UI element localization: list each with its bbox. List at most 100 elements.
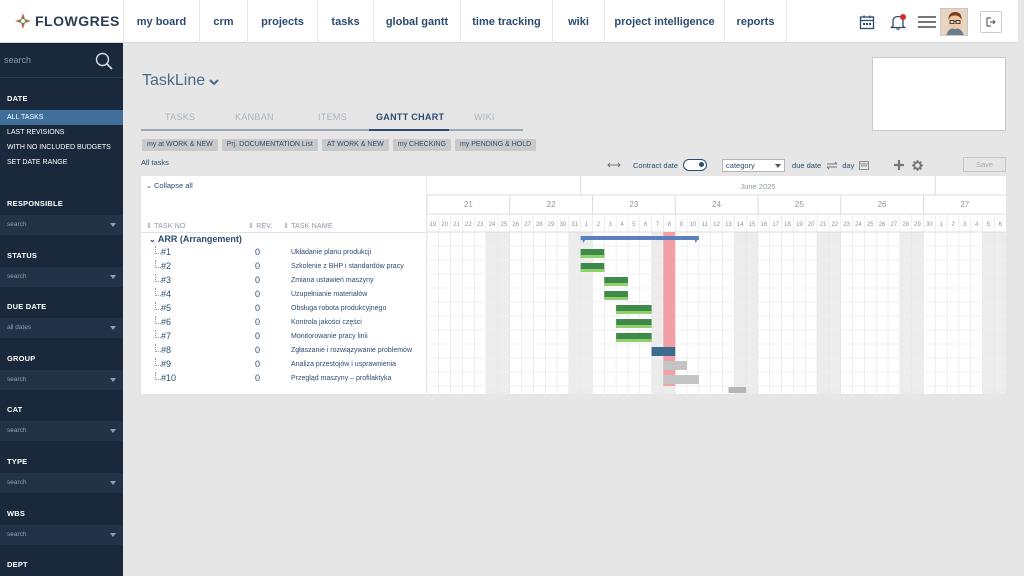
nav-item-wiki[interactable]: wiki <box>552 0 604 43</box>
gear-icon[interactable] <box>912 159 924 171</box>
column-header-rev[interactable]: ⇕ REV. <box>248 222 273 230</box>
day-label: 3 <box>609 222 613 228</box>
task-number[interactable]: #1 <box>161 247 171 257</box>
task-number[interactable]: #8 <box>161 345 171 355</box>
task-number[interactable]: #3 <box>161 275 171 285</box>
task-name[interactable]: Przegląd maszyny – profilaktyka <box>291 375 391 382</box>
tab-gantt-chart[interactable]: GANTT CHART <box>376 112 444 122</box>
date-filter-item[interactable]: WITH NO INCLUDED BUDGETS <box>0 140 123 155</box>
resize-arrows-icon[interactable] <box>607 161 621 169</box>
task-grid: ⌄ Collapse all ⇕ TASK NO ⇕ REV. ⇕ TASK N… <box>141 176 426 394</box>
contract-date-toggle[interactable] <box>683 159 708 171</box>
contract-date-label: Contract date <box>633 160 679 170</box>
nav-item-global-gantt[interactable]: global gantt <box>373 0 460 43</box>
table-row[interactable]: #9 0 Analiza przestojów i usprawnienia <box>141 358 426 372</box>
tab-items[interactable]: ITEMS <box>318 112 347 122</box>
table-row[interactable]: #5 0 Obsługa robota produkcyjnego <box>141 302 426 316</box>
nav-item-time-tracking[interactable]: time tracking <box>460 0 552 43</box>
calendar-icon[interactable] <box>852 14 882 30</box>
column-header-task-name[interactable]: ⇕ TASK NAME <box>283 222 333 230</box>
group-row[interactable]: ⌄ ARR (Arrangement) <box>149 234 242 244</box>
quick-filter-button[interactable]: my at WORK & NEW <box>142 139 218 151</box>
nav-item-project-intelligence[interactable]: project intelligence <box>604 0 724 43</box>
task-name[interactable]: Obsługa robota produkcyjnego <box>291 305 386 312</box>
task-name[interactable]: Analiza przestojów i usprawnienia <box>291 361 396 368</box>
avatar[interactable] <box>940 7 968 36</box>
task-name[interactable]: Uzupełnianie materiałów <box>291 291 367 298</box>
filter-select[interactable]: search <box>0 473 123 493</box>
filter-select[interactable]: search <box>0 525 123 545</box>
task-number[interactable]: #7 <box>161 331 171 341</box>
table-row[interactable]: #10 0 Przegląd maszyny – profilaktyka <box>141 372 426 386</box>
task-number[interactable]: #4 <box>161 289 171 299</box>
task-name[interactable]: Kontrola jakości części <box>291 319 362 326</box>
column-header-task-no[interactable]: ⇕ TASK NO <box>146 222 186 230</box>
task-revision: 0 <box>255 289 261 299</box>
quick-filter-button[interactable]: AT WORK & NEW <box>321 139 389 151</box>
task-number[interactable]: #5 <box>161 303 171 313</box>
filter-select[interactable]: search <box>0 267 123 287</box>
day-label: 5 <box>987 222 991 228</box>
table-row[interactable]: #3 0 Zmiana ustawień maszyny <box>141 274 426 288</box>
task-revision: 0 <box>255 317 261 327</box>
day-label: 11 <box>702 222 709 228</box>
nav-item-tasks[interactable]: tasks <box>317 0 373 43</box>
table-row[interactable]: #2 0 Szkolenie z BHP i standardów pracy <box>141 260 426 274</box>
nav-item-projects[interactable]: projects <box>247 0 317 43</box>
save-button[interactable]: Save <box>963 157 1006 172</box>
task-revision: 0 <box>255 247 261 257</box>
page-title[interactable]: TaskLine <box>142 72 219 90</box>
day-label: 28 <box>902 222 909 228</box>
task-number[interactable]: #9 <box>161 359 171 369</box>
add-icon[interactable] <box>894 160 905 170</box>
bell-icon[interactable] <box>882 13 914 31</box>
day-label: 1 <box>939 222 943 228</box>
day-label: 8 <box>668 222 672 228</box>
sidebar-search-input[interactable] <box>4 51 84 69</box>
quick-filter-button[interactable]: Prj. DOCUMENTATION List <box>221 139 318 151</box>
all-tasks-link[interactable]: All tasks <box>141 158 169 167</box>
filter-heading: WBS <box>7 509 26 518</box>
menu-icon[interactable] <box>914 15 940 29</box>
table-row[interactable]: #6 0 Kontrola jakości części <box>141 316 426 330</box>
task-number[interactable]: #10 <box>161 373 176 383</box>
logout-icon[interactable] <box>980 10 1002 33</box>
table-row[interactable]: #4 0 Uzupełnianie materiałów <box>141 288 426 302</box>
table-row[interactable]: #7 0 Monitorowanie pracy linii <box>141 330 426 344</box>
task-number[interactable]: #2 <box>161 261 171 271</box>
app-logo[interactable]: FLOWGRES <box>14 12 120 30</box>
task-name[interactable]: Szkolenie z BHP i standardów pracy <box>291 263 404 270</box>
task-name[interactable]: Układanie planu produkcji <box>291 249 371 256</box>
filter-select[interactable]: search <box>0 421 123 441</box>
tab-wiki[interactable]: WIKI <box>474 112 495 122</box>
task-name[interactable]: Zmiana ustawień maszyny <box>291 277 373 284</box>
task-name[interactable]: Monitorowanie pracy linii <box>291 333 368 340</box>
date-filter-item[interactable]: SET DATE RANGE <box>0 155 123 170</box>
filter-select[interactable]: search <box>0 215 123 235</box>
date-filter-item[interactable]: ALL TASKS <box>0 110 123 125</box>
tab-kanban[interactable]: KANBAN <box>235 112 274 122</box>
filter-select[interactable]: all dates <box>0 318 123 338</box>
logo-icon <box>15 13 31 29</box>
swap-icon[interactable] <box>826 161 838 170</box>
table-row[interactable]: #8 0 Zgłaszanie i rozwiązywanie problemów <box>141 344 426 358</box>
calendar-small-icon[interactable] <box>859 160 870 170</box>
nav-item-crm[interactable]: crm <box>199 0 247 43</box>
category-select[interactable]: category <box>722 158 786 172</box>
nav-item-reports[interactable]: reports <box>724 0 787 43</box>
search-icon[interactable] <box>95 52 113 75</box>
due-date-label[interactable]: due date <box>792 161 821 170</box>
nav-item-my-board[interactable]: my board <box>123 0 199 43</box>
collapse-all-button[interactable]: ⌄ Collapse all <box>146 181 193 190</box>
table-row[interactable]: #1 0 Układanie planu produkcji <box>141 246 426 260</box>
day-label[interactable]: day <box>842 161 854 170</box>
quick-filter-button[interactable]: my CHECKING <box>392 139 451 151</box>
date-filter-item[interactable]: LAST REVISIONS <box>0 125 123 140</box>
quick-filter-button[interactable]: my PENDING & HOLD <box>454 139 537 151</box>
week-label: 27 <box>960 200 969 209</box>
filter-select[interactable]: search <box>0 370 123 390</box>
task-name[interactable]: Zgłaszanie i rozwiązywanie problemów <box>291 347 412 354</box>
week-label: 23 <box>629 200 638 209</box>
task-number[interactable]: #6 <box>161 317 171 327</box>
tab-tasks[interactable]: TASKS <box>165 112 195 122</box>
